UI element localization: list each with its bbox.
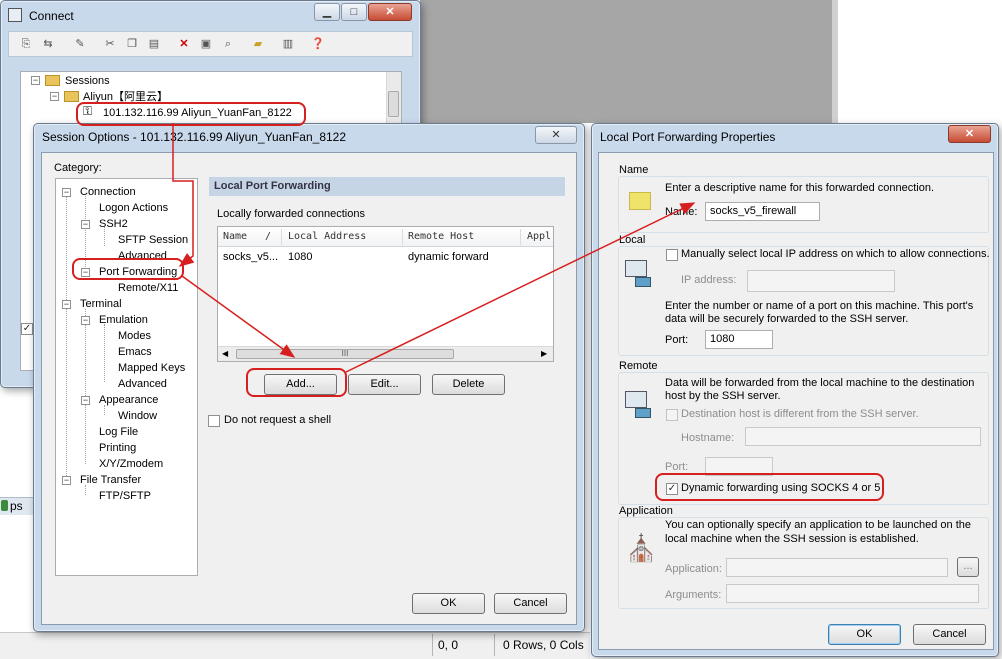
arrow-port-forwarding-to-add xyxy=(181,275,296,358)
annotation-arrows xyxy=(172,123,696,373)
arrow-add-to-name-field xyxy=(345,202,696,373)
arrow-session-to-port-forwarding xyxy=(172,123,195,267)
